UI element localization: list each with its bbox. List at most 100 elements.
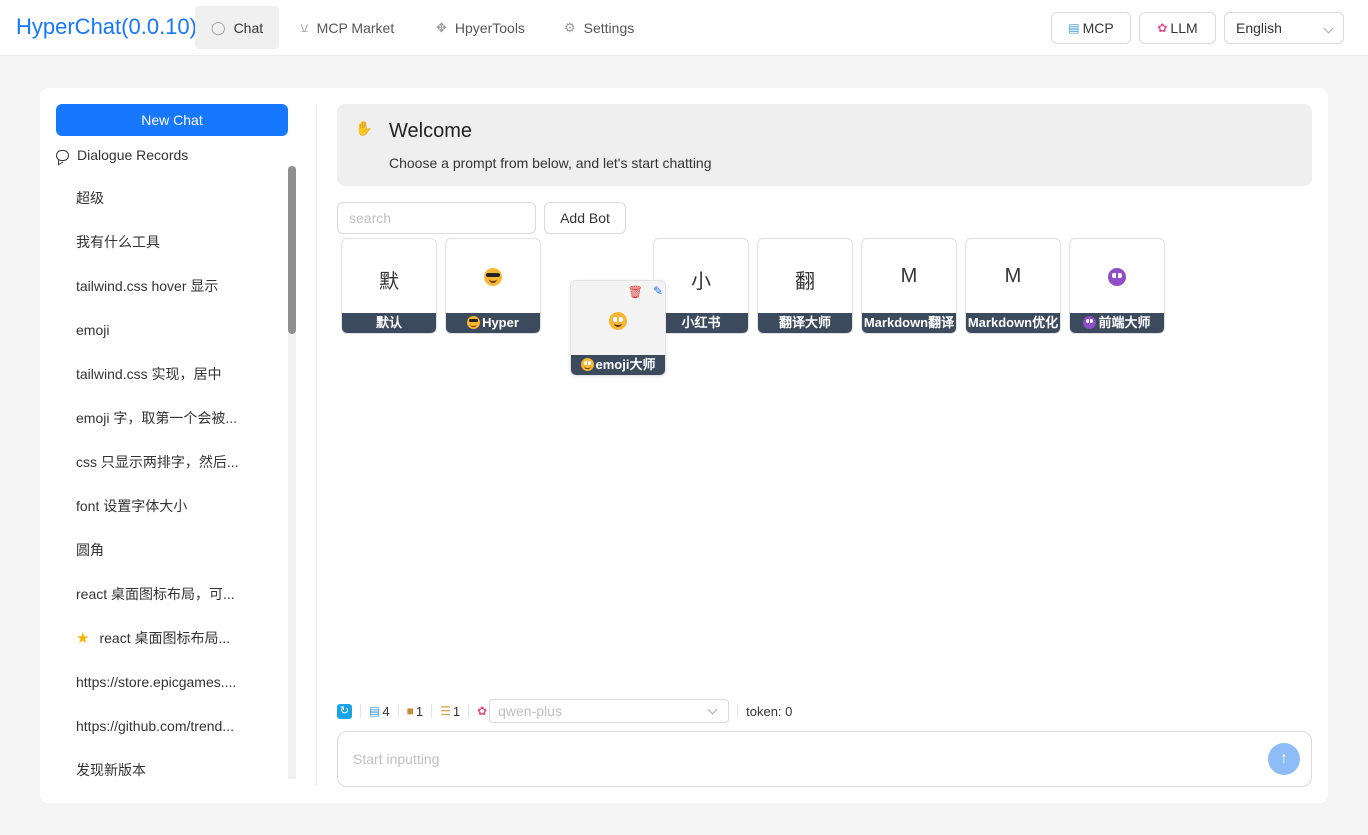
record-label: https://store.epicgames.... (76, 674, 237, 690)
llm-button[interactable]: ✿ LLM (1139, 12, 1216, 44)
divider (316, 104, 317, 785)
divider (360, 704, 361, 718)
bot-tile-frontend-master[interactable]: 前端大师 (1069, 238, 1165, 334)
waving-hand-icon: ✋ (355, 120, 373, 136)
language-select[interactable]: English (1224, 12, 1344, 44)
list-item-starred[interactable]: ★ react 桌面图标布局... (56, 616, 286, 660)
record-label: emoji (76, 322, 110, 338)
record-label: react 桌面图标布局，可... (76, 586, 235, 602)
record-label: 圆角 (76, 542, 104, 558)
list-item[interactable]: 圆角 (56, 528, 286, 572)
grinning-emoji-icon (580, 358, 594, 371)
trash-icon[interactable]: 🗑 (628, 285, 643, 299)
bot-tile-emoji-master[interactable]: 🗑 ✎ emoji大师 (570, 280, 666, 376)
message-placeholder: Start inputting (353, 751, 440, 767)
prompt-count[interactable]: 1 (453, 704, 460, 719)
edit-icon[interactable]: ✎ (653, 284, 663, 298)
tab-mcp-market[interactable]: ⚺ MCP Market (284, 6, 410, 49)
list-item[interactable]: https://github.com/trend... (56, 704, 286, 748)
bot-avatar (446, 265, 540, 288)
main-card: New Chat Dialogue Records 超级 我有什么工具 tail… (40, 88, 1328, 803)
wrench-icon: ✥ (436, 19, 447, 35)
bot-search-input[interactable] (337, 202, 536, 234)
arrow-up-icon: ↑ (1280, 750, 1288, 767)
tab-label: Chat (233, 19, 264, 36)
list-item[interactable]: https://store.epicgames.... (56, 660, 286, 704)
list-item[interactable]: emoji 字，取第一个会被... (56, 396, 286, 440)
sunglasses-emoji-icon (467, 316, 481, 329)
bot-tile-markdown-optimize[interactable]: M Markdown优化 (965, 238, 1061, 334)
record-label: 我有什么工具 (76, 234, 160, 250)
language-value: English (1236, 20, 1282, 36)
bot-tile-translator[interactable]: 翻 翻译大师 (757, 238, 853, 334)
welcome-subtitle: Choose a prompt from below, and let's st… (389, 155, 712, 171)
star-icon: ★ (76, 630, 90, 647)
record-label: https://github.com/trend... (76, 718, 234, 734)
package-icon: ■ (406, 704, 414, 718)
scrollbar-thumb[interactable] (288, 166, 296, 334)
bot-tile-markdown-translate[interactable]: M Markdown翻译 (861, 238, 957, 334)
llm-button-label: LLM (1170, 20, 1198, 36)
mcp-button[interactable]: ▤ MCP (1051, 12, 1131, 44)
bot-label-text: Hyper (482, 315, 519, 330)
list-item[interactable]: react 桌面图标布局，可... (56, 572, 286, 616)
bot-label: Markdown优化 (966, 313, 1060, 333)
bot-avatar: M (900, 265, 918, 287)
chevron-down-icon (707, 704, 718, 715)
record-label: css 只显示两排字，然后... (76, 454, 239, 470)
tab-label: Settings (583, 19, 635, 36)
record-label: tailwind.css 实现，居中 (76, 366, 222, 382)
list-item[interactable]: emoji (56, 308, 286, 352)
token-count: token: 0 (746, 703, 793, 719)
model-select[interactable]: qwen-plus (489, 699, 730, 723)
tab-chat[interactable]: ◯ Chat (195, 6, 280, 49)
bot-avatar (571, 309, 665, 332)
devil-emoji-icon (1108, 267, 1126, 286)
bot-tile-xiaohongshu[interactable]: 小 小红书 (653, 238, 749, 334)
bot-avatar (1070, 265, 1164, 288)
app-title: HyperChat(0.0.10) (16, 14, 197, 39)
laptop-icon: ▤ (369, 704, 381, 718)
divider (468, 704, 470, 718)
bot-tile-default[interactable]: 默 默认 (341, 238, 437, 334)
mcp-count[interactable]: 4 (382, 704, 389, 719)
list-item[interactable]: font 设置字体大小 (56, 484, 286, 528)
tab-label: MCP Market (316, 19, 395, 36)
add-bot-button[interactable]: Add Bot (544, 202, 626, 234)
bot-label: Markdown翻译 (862, 313, 956, 333)
divider (431, 704, 433, 718)
new-chat-button[interactable]: New Chat (56, 104, 288, 136)
list-item[interactable]: 发现新版本 (56, 748, 286, 779)
list-item[interactable]: tailwind.css 实现，居中 (56, 352, 286, 396)
bot-avatar: M (1004, 265, 1022, 287)
top-bar: HyperChat(0.0.10) ◯ Chat ⚺ MCP Market ✥ … (0, 0, 1368, 56)
scroll-icon: ☰ (440, 704, 451, 718)
laptop-icon: ▤ (1068, 21, 1080, 35)
divider (397, 704, 399, 718)
tab-label: HpyerTools (454, 19, 525, 36)
bot-label: Hyper (446, 313, 540, 333)
list-item[interactable]: 我有什么工具 (56, 220, 286, 264)
list-item[interactable]: tailwind.css hover 显示 (56, 264, 286, 308)
bot-label: 默认 (342, 313, 436, 333)
dialogue-records-title: Dialogue Records (77, 147, 189, 163)
chat-bubble-icon: ◯ (211, 19, 226, 35)
sunglasses-emoji-icon (484, 267, 502, 286)
record-label: tailwind.css hover 显示 (76, 278, 219, 294)
send-button[interactable]: ↑ (1268, 743, 1300, 775)
bot-tile-hyper[interactable]: Hyper (445, 238, 541, 334)
grinning-emoji-icon (609, 311, 627, 330)
bot-label: 小红书 (654, 313, 748, 333)
tool-count[interactable]: 1 (416, 704, 423, 719)
gear-icon: ⚙ (564, 19, 576, 35)
record-label: react 桌面图标布局... (99, 630, 231, 646)
refresh-icon[interactable]: ↻ (337, 703, 352, 719)
message-input[interactable]: Start inputting ↑ (337, 731, 1312, 787)
tab-settings[interactable]: ⚙ Settings (548, 6, 650, 49)
list-item[interactable]: css 只显示两排字，然后... (56, 440, 286, 484)
tab-hpyertools[interactable]: ✥ HpyerTools (420, 6, 541, 49)
list-item[interactable]: 超级 (56, 176, 286, 220)
bot-avatar: 默 (379, 271, 399, 293)
record-label: 超级 (76, 190, 104, 206)
brain-icon: ✿ (1157, 21, 1168, 35)
